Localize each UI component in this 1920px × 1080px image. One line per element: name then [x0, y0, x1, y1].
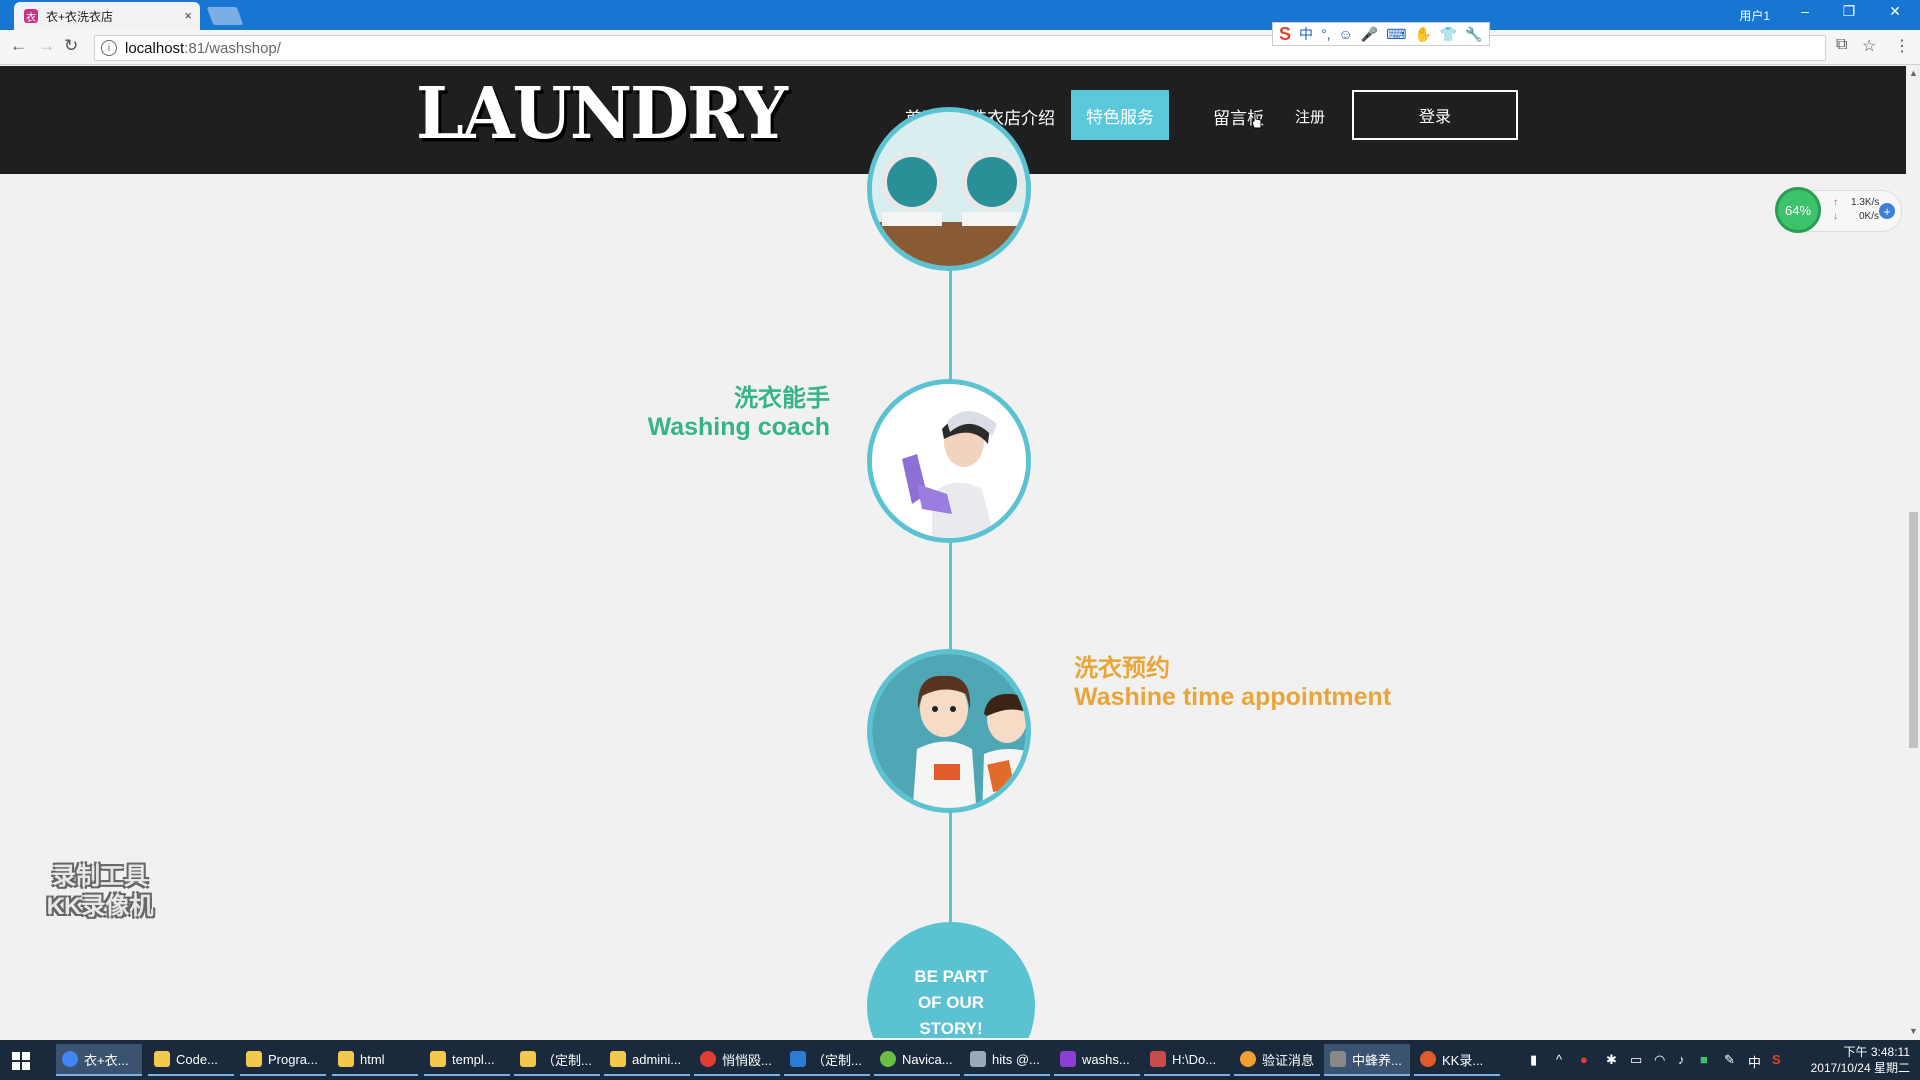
page-viewport: LAUNDRY 首页 洗衣店介绍 特色服务 留言板 注册 登录 洗衣能手 Was…	[0, 66, 1906, 1038]
browser-titlebar: 衣 衣+衣洗衣店 × 用户1 – ❐ ✕	[0, 0, 1920, 30]
keyboard-icon[interactable]: ⌨	[1386, 26, 1406, 43]
network-speed-widget[interactable]: 64% ↑ 1.3K/s ↓ 0K/s +	[1775, 187, 1902, 233]
clock-date: 2017/10/24 星期二	[1810, 1061, 1910, 1075]
site-favicon-icon: 衣	[24, 9, 38, 24]
antivirus-tray-icon[interactable]: ●	[1580, 1052, 1588, 1067]
close-window-icon[interactable]: ✕	[1880, 3, 1910, 20]
ime-lang-indicator[interactable]: 中	[1748, 1052, 1761, 1071]
bookmark-star-icon[interactable]: ☆	[1862, 36, 1876, 56]
tab-title: 衣+衣洗衣店	[46, 9, 114, 24]
skin-icon[interactable]: 👕	[1440, 26, 1457, 43]
taskbar-verify-msg[interactable]: 验证消息	[1234, 1044, 1320, 1076]
forward-arrow-icon[interactable]: →	[38, 36, 55, 56]
ime-lang-toggle[interactable]: 中	[1299, 24, 1313, 44]
address-path: :81/washshop/	[184, 39, 281, 57]
appointment-image	[867, 649, 1031, 813]
taskbar-beekeeping[interactable]: 中蜂养...	[1324, 1044, 1410, 1076]
upload-speed: 1.3K/s	[1851, 197, 1880, 208]
upload-arrow-icon: ↑	[1833, 197, 1838, 208]
watermark-line-2: KK录像机	[46, 893, 154, 920]
washing-coach-title-cn: 洗衣能手	[734, 385, 830, 412]
site-logo[interactable]: LAUNDRY	[416, 72, 788, 156]
address-bar[interactable]: i localhost:81/washshop/	[94, 35, 1826, 61]
minimize-icon[interactable]: –	[1790, 3, 1820, 19]
new-tab-button[interactable]	[206, 7, 244, 25]
reload-icon[interactable]: ↻	[64, 36, 78, 56]
watermark-line-1: 录制工具	[52, 863, 148, 890]
address-host: localhost	[125, 39, 185, 57]
taskbar-folder-program[interactable]: Progra...	[240, 1044, 326, 1076]
page-scrollbar[interactable]: ▲ ▼	[1906, 66, 1920, 1038]
scroll-up-icon[interactable]: ▲	[1909, 68, 1918, 78]
windows-start-icon[interactable]	[12, 1052, 30, 1070]
cta-line-3: STORY!	[919, 1019, 983, 1038]
profile-user-label[interactable]: 用户1	[1739, 7, 1770, 24]
volume-tray-icon[interactable]: ♪	[1678, 1052, 1685, 1067]
battery-tray-icon[interactable]: ▮	[1530, 1052, 1537, 1068]
power-tray-icon[interactable]: ▭	[1630, 1052, 1642, 1068]
taskbar-folder-html[interactable]: html	[332, 1044, 418, 1076]
download-speed: 0K/s	[1859, 211, 1880, 222]
taskbar-chrome[interactable]: 衣+衣...	[56, 1044, 142, 1076]
download-arrow-icon: ↓	[1833, 211, 1838, 222]
timeline-item-appointment: 洗衣预约 Washine time appointment	[1074, 648, 1514, 712]
hand-icon[interactable]: ✋	[1414, 26, 1431, 43]
nav-services-active[interactable]: 特色服务	[1071, 90, 1169, 140]
ime-toolbar[interactable]: S 中 °, ☺ 🎤 ⌨ ✋ 👕 🔧	[1272, 22, 1490, 46]
bluetooth-tray-icon[interactable]: ✱	[1606, 1052, 1617, 1068]
translate-icon[interactable]: ⧉	[1836, 36, 1847, 54]
site-info-icon[interactable]: i	[101, 40, 117, 56]
be-part-of-our-story-circle[interactable]: BE PART OF OUR STORY!	[867, 922, 1035, 1038]
plus-icon[interactable]: +	[1879, 203, 1895, 219]
ime-punct-toggle[interactable]: °,	[1321, 26, 1331, 42]
system-clock[interactable]: 下午 3:48:11 2017/10/24 星期二	[1800, 1044, 1910, 1076]
taskbar-folder-templ[interactable]: templ...	[424, 1044, 510, 1076]
restore-icon[interactable]: ❐	[1834, 3, 1864, 20]
wifi-tray-icon[interactable]: ◠	[1654, 1052, 1665, 1068]
washing-coach-title-en: Washing coach	[647, 413, 830, 441]
scroll-down-icon[interactable]: ▼	[1909, 1026, 1918, 1036]
emoji-icon[interactable]: ☺	[1339, 26, 1353, 42]
browser-toolbar: ← → ↻ i localhost:81/washshop/ ⧉ ☆ ⋮	[0, 30, 1920, 65]
taskbar-folder-custom[interactable]: （定制...	[514, 1044, 600, 1076]
washing-coach-image	[867, 379, 1031, 543]
cta-line-1: BE PART	[914, 967, 988, 986]
scrollbar-thumb[interactable]	[1909, 512, 1918, 748]
mouse-cursor-icon	[1251, 112, 1262, 129]
login-button[interactable]: 登录	[1352, 90, 1518, 140]
clock-time: 下午 3:48:11	[1843, 1045, 1910, 1059]
taskbar-explorer-h[interactable]: H:\Do...	[1144, 1044, 1230, 1076]
browser-tab[interactable]: 衣 衣+衣洗衣店 ×	[14, 2, 200, 30]
close-tab-icon[interactable]: ×	[184, 8, 192, 23]
timeline-line	[949, 174, 952, 994]
memory-percent-badge: 64%	[1775, 187, 1821, 233]
laundromat-image	[867, 107, 1031, 271]
taskbar-phpstorm[interactable]: washs...	[1054, 1044, 1140, 1076]
recorder-watermark: 录制工具 KK录像机	[30, 862, 170, 922]
nav-register[interactable]: 注册	[1295, 106, 1325, 127]
taskbar-folder-code[interactable]: Code...	[148, 1044, 234, 1076]
appointment-title-en: Washine time appointment	[1074, 683, 1392, 711]
windows-taskbar: 衣+衣... Code... Progra... html templ... （…	[0, 1040, 1920, 1080]
taskbar-folder-admin[interactable]: admini...	[604, 1044, 690, 1076]
pen-tray-icon[interactable]: ✎	[1724, 1052, 1735, 1068]
tools-icon[interactable]: 🔧	[1465, 26, 1482, 43]
taskbar-navicat[interactable]: Navica...	[874, 1044, 960, 1076]
voice-icon[interactable]: 🎤	[1361, 26, 1378, 43]
nvidia-tray-icon[interactable]: ■	[1700, 1052, 1708, 1067]
show-hidden-icons-icon[interactable]: ^	[1556, 1052, 1562, 1067]
sogou-ime-icon[interactable]: S	[1279, 24, 1291, 45]
sogou-tray-icon[interactable]: S	[1772, 1052, 1781, 1067]
timeline-item-washing-coach: 洗衣能手 Washing coach	[560, 378, 830, 442]
menu-kebab-icon[interactable]: ⋮	[1894, 36, 1910, 56]
cta-line-2: OF OUR	[917, 993, 985, 1012]
appointment-title-cn: 洗衣预约	[1074, 655, 1170, 682]
taskbar-hits[interactable]: hits @...	[964, 1044, 1050, 1076]
taskbar-kk-recorder[interactable]: KK录...	[1414, 1044, 1500, 1076]
taskbar-netease[interactable]: 悄悄殴...	[694, 1044, 780, 1076]
back-arrow-icon[interactable]: ←	[10, 36, 27, 56]
taskbar-word[interactable]: （定制...	[784, 1044, 870, 1076]
